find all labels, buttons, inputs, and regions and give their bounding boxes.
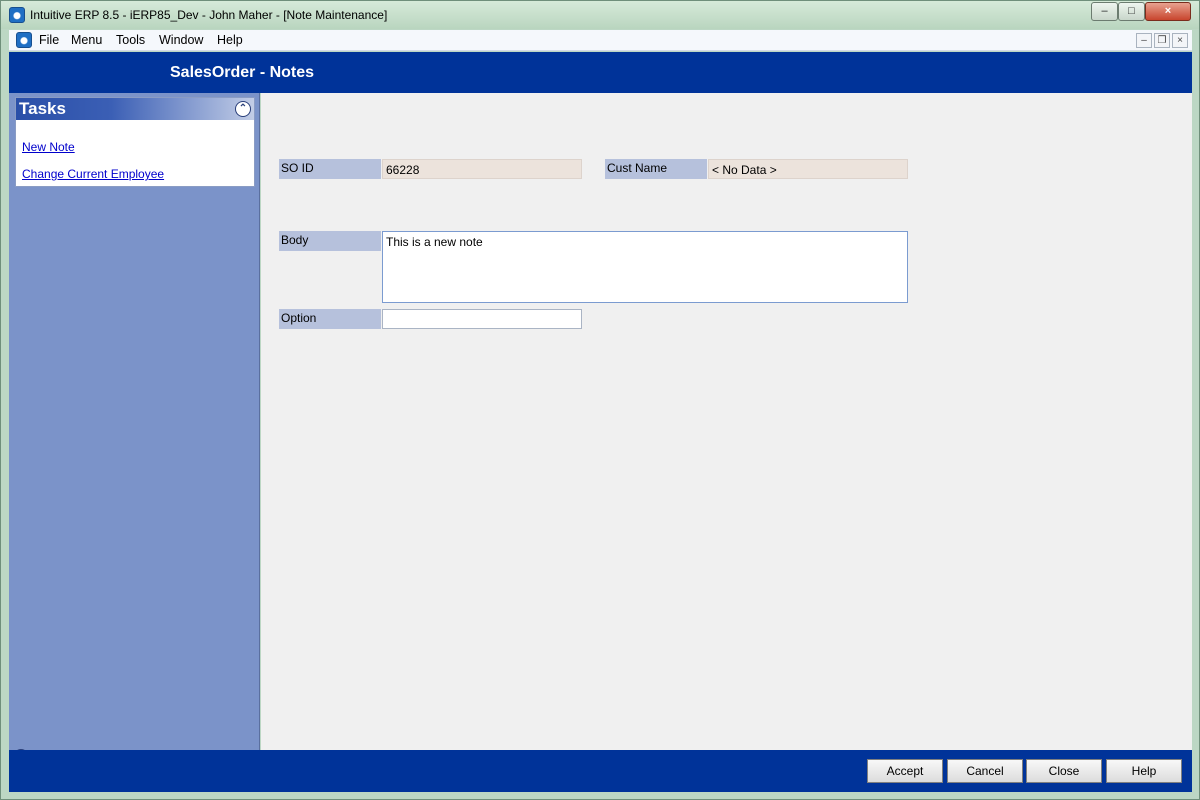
close-button[interactable]: Close	[1026, 759, 1102, 783]
window-title: Intuitive ERP 8.5 - iERP85_Dev - John Ma…	[30, 8, 388, 22]
tasks-header: Tasks ⌃	[16, 98, 254, 120]
accept-button[interactable]: Accept	[867, 759, 943, 783]
maximize-window-button[interactable]: □	[1118, 2, 1145, 21]
footer-bar: Accept Cancel Close Help	[9, 750, 1192, 792]
minimize-window-button[interactable]: –	[1091, 2, 1118, 21]
tasks-panel: Tasks ⌃ New Note Change Current Employee	[15, 97, 255, 187]
cancel-button[interactable]: Cancel	[947, 759, 1023, 783]
option-input[interactable]	[382, 309, 582, 329]
close-window-button[interactable]: ×	[1145, 2, 1191, 21]
change-current-employee-link[interactable]: Change Current Employee	[22, 167, 164, 181]
title-bar: Intuitive ERP 8.5 - iERP85_Dev - John Ma…	[1, 1, 1199, 29]
page-header: SalesOrder - Notes	[9, 52, 1192, 93]
form-area: SO ID 66228 Cust Name < No Data > Body T…	[261, 93, 1192, 750]
app-logo-icon	[9, 7, 25, 23]
menu-bar: File Menu Tools Window Help – ❐ ×	[9, 30, 1192, 51]
help-button[interactable]: Help	[1106, 759, 1182, 783]
page-title: SalesOrder - Notes	[170, 64, 315, 81]
body-label: Body	[279, 231, 381, 251]
menu-file[interactable]: File	[39, 33, 59, 47]
so-id-label: SO ID	[279, 159, 381, 179]
collapse-tasks-icon[interactable]: ⌃	[235, 101, 251, 117]
so-id-value: 66228	[382, 159, 582, 179]
cust-name-value: < No Data >	[708, 159, 908, 179]
menu-tools[interactable]: Tools	[116, 33, 145, 47]
option-label: Option	[279, 309, 381, 329]
mdi-restore-button[interactable]: ❐	[1154, 33, 1170, 48]
cust-name-label: Cust Name	[605, 159, 707, 179]
menu-help[interactable]: Help	[217, 33, 243, 47]
body-textarea[interactable]: This is a new note	[382, 231, 908, 303]
menu-window[interactable]: Window	[159, 33, 203, 47]
mdi-minimize-button[interactable]: –	[1136, 33, 1152, 48]
new-note-link[interactable]: New Note	[22, 140, 75, 154]
mdi-close-button[interactable]: ×	[1172, 33, 1188, 48]
app-window: Intuitive ERP 8.5 - iERP85_Dev - John Ma…	[0, 0, 1200, 800]
menu-menu[interactable]: Menu	[71, 33, 102, 47]
sidebar: Tasks ⌃ New Note Change Current Employee…	[9, 93, 260, 765]
tasks-title: Tasks	[19, 99, 66, 118]
document-icon[interactable]	[16, 32, 32, 48]
